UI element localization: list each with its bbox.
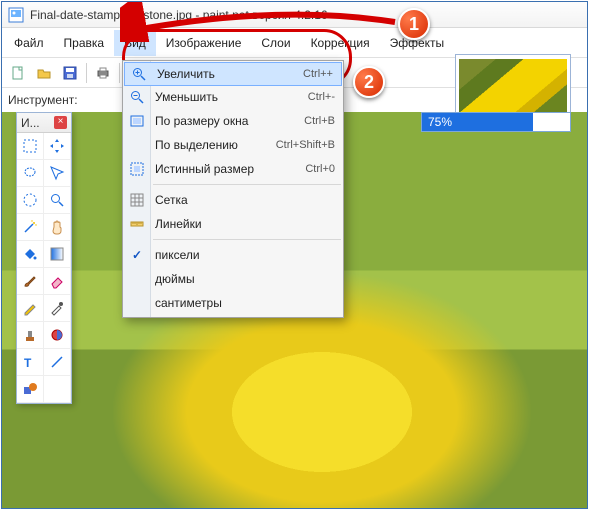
tool-shapes[interactable] [17,376,44,403]
menu-edit[interactable]: Правка [54,30,115,56]
tool-move-sel[interactable] [44,160,71,187]
menu-item-label: Истинный размер [155,162,254,176]
tools-grid: T [17,133,71,403]
dropdown-separator [153,239,341,240]
blank-icon [128,270,146,288]
title-bar: Final-date-stamp-faststone.jpg - paint.n… [2,2,587,28]
menu-item-unit-inches[interactable]: дюймы [123,267,343,291]
tool-eraser[interactable] [44,268,71,295]
menu-adjust[interactable]: Коррекция [301,30,380,56]
menu-image[interactable]: Изображение [156,30,252,56]
menu-item-label: Линейки [155,217,202,231]
zoom-out-icon [128,88,146,106]
tool-gradient[interactable] [44,241,71,268]
menu-item-shortcut: Ctrl+- [308,91,335,103]
menu-view-dropdown: Увеличить Ctrl++ Уменьшить Ctrl+- По раз… [122,60,344,318]
menu-item-label: пиксели [155,248,200,262]
menu-item-unit-pixels[interactable]: пиксели [123,243,343,267]
print-button[interactable] [91,61,115,85]
tool-pencil[interactable] [17,295,44,322]
tool-bucket[interactable] [17,241,44,268]
tool-lasso[interactable] [17,160,44,187]
menu-layers[interactable]: Слои [251,30,300,56]
tool-move[interactable] [44,133,71,160]
blank-icon [128,294,146,312]
window-title: Final-date-stamp-faststone.jpg - paint.n… [30,8,328,22]
tool-empty [44,376,71,403]
menu-item-label: По размеру окна [155,114,248,128]
zoom-in-icon [130,65,148,83]
actual-size-icon [128,160,146,178]
menu-item-actual-size[interactable]: Истинный размер Ctrl+0 [123,157,343,181]
menu-view[interactable]: Вид [114,30,156,56]
menu-item-label: сантиметры [155,296,222,310]
menu-item-fit-window[interactable]: По размеру окна Ctrl+B [123,109,343,133]
menu-item-label: По выделению [155,138,238,152]
menu-item-label: Сетка [155,193,188,207]
annotation-callout-2: 2 [353,66,385,98]
tools-palette[interactable]: И... × T [16,112,72,404]
menu-item-grid[interactable]: Сетка [123,188,343,212]
tool-pan[interactable] [44,214,71,241]
menu-item-zoom-out[interactable]: Уменьшить Ctrl+- [123,85,343,109]
tool-picker[interactable] [44,295,71,322]
save-button[interactable] [58,61,82,85]
tool-magic-wand[interactable] [17,214,44,241]
tool-brush[interactable] [17,268,44,295]
menu-item-shortcut: Ctrl+B [304,115,335,127]
menu-item-label: Уменьшить [155,90,218,104]
check-icon [128,246,146,264]
tool-ellipse-select[interactable] [17,187,44,214]
menu-item-shortcut: Ctrl+0 [305,163,335,175]
menu-item-rulers[interactable]: Линейки [123,212,343,236]
ruler-icon [128,215,146,233]
menu-item-label: дюймы [155,272,195,286]
annotation-callout-1: 1 [398,8,430,40]
instrument-label: Инструмент: [8,93,78,107]
menu-item-shortcut: Ctrl+Shift+B [276,139,335,151]
menu-item-shortcut: Ctrl++ [303,68,333,80]
blank-icon [128,136,146,154]
new-file-button[interactable] [6,61,30,85]
dropdown-separator [153,184,341,185]
menu-item-unit-cm[interactable]: сантиметры [123,291,343,315]
menu-item-label: Увеличить [157,67,215,81]
tool-recolor[interactable] [44,322,71,349]
grid-icon [128,191,146,209]
toolbar-separator [119,63,120,83]
tool-zoom[interactable] [44,187,71,214]
tools-title-bar[interactable]: И... × [17,113,71,133]
tools-close-button[interactable]: × [54,116,67,129]
menu-item-zoom-in[interactable]: Увеличить Ctrl++ [124,62,342,86]
tool-clone[interactable] [17,322,44,349]
tools-title-text: И... [21,116,40,130]
tool-rect-select[interactable] [17,133,44,160]
menu-item-fit-selection[interactable]: По выделению Ctrl+Shift+B [123,133,343,157]
fit-window-icon [128,112,146,130]
zoom-percent-text: 75% [428,115,452,129]
svg-text:T: T [24,356,32,370]
app-icon [8,7,24,23]
zoom-progress[interactable]: 75% [421,112,571,132]
tool-text[interactable]: T [17,349,44,376]
menu-file[interactable]: Файл [4,30,54,56]
open-button[interactable] [32,61,56,85]
toolbar-separator [86,63,87,83]
tool-line[interactable] [44,349,71,376]
